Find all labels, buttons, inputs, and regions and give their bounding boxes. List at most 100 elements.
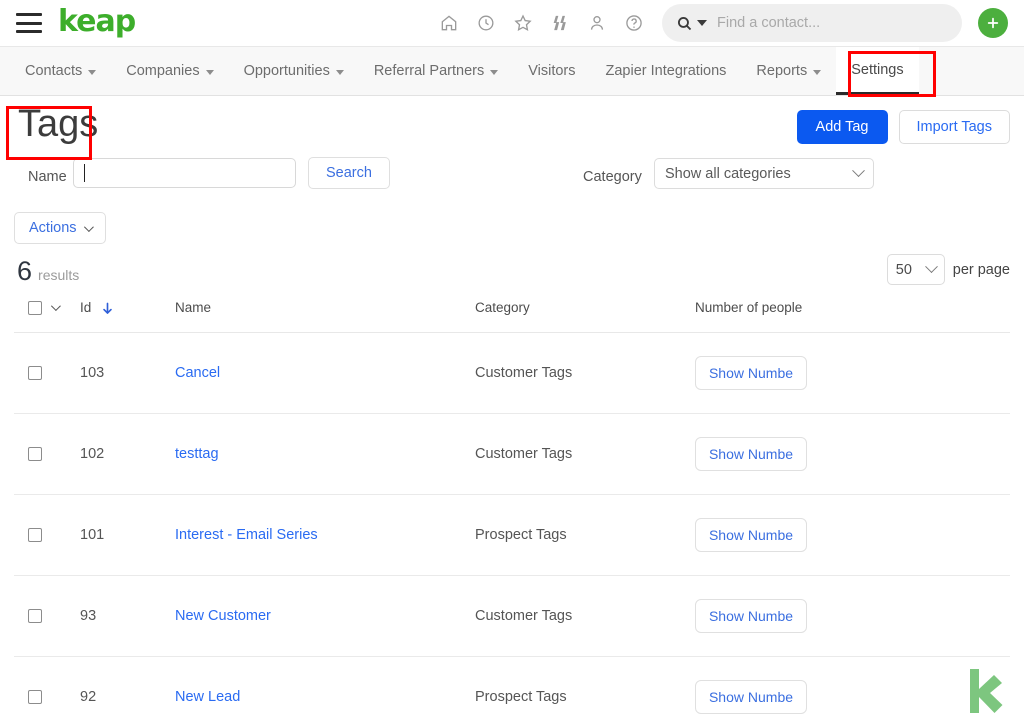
name-search-input[interactable] xyxy=(73,158,296,188)
nav-item-contacts[interactable]: Contacts xyxy=(10,47,111,95)
home-icon[interactable] xyxy=(439,13,459,33)
global-search-box[interactable]: Find a contact... xyxy=(662,4,962,42)
help-icon[interactable] xyxy=(624,13,644,33)
nav-label: Settings xyxy=(851,61,904,78)
nav-item-settings[interactable]: Settings xyxy=(836,47,919,95)
star-icon[interactable] xyxy=(513,13,533,33)
row-number-cell: Show Numbe xyxy=(695,413,1010,495)
add-tag-button[interactable]: Add Tag xyxy=(796,110,888,144)
top-icon-group xyxy=(439,13,644,33)
chevron-down-icon xyxy=(490,69,499,75)
table-row[interactable]: 92 New Lead Prospect Tags Show Numbe xyxy=(14,656,1010,719)
row-checkbox-cell xyxy=(14,575,80,657)
table-row[interactable]: 101 Interest - Email Series Prospect Tag… xyxy=(14,494,1010,576)
tag-name-link[interactable]: New Customer xyxy=(175,608,271,624)
header-id[interactable]: Id xyxy=(80,300,175,333)
nav-item-visitors[interactable]: Visitors xyxy=(513,47,590,95)
row-checkbox[interactable] xyxy=(28,366,42,381)
arrow-down-icon xyxy=(103,302,112,314)
nav-label: Opportunities xyxy=(243,63,330,79)
table-row[interactable]: 103 Cancel Customer Tags Show Numbe xyxy=(14,332,1010,414)
nav-item-companies[interactable]: Companies xyxy=(111,47,228,95)
tag-name-link[interactable]: Cancel xyxy=(175,365,220,381)
row-number-cell: Show Numbe xyxy=(695,656,1010,719)
per-page-value: 50 xyxy=(895,261,912,278)
row-name-cell: testtag xyxy=(175,413,475,495)
table-row[interactable]: 93 New Customer Customer Tags Show Numbe xyxy=(14,575,1010,657)
header-number-label: Number of people xyxy=(695,300,803,315)
table-row[interactable]: 102 testtag Customer Tags Show Numbe xyxy=(14,413,1010,495)
show-number-button[interactable]: Show Numbe xyxy=(695,356,807,390)
category-select[interactable]: Show all categories xyxy=(654,158,874,189)
nav-label: Contacts xyxy=(25,63,83,79)
nav-item-zapier-integrations[interactable]: Zapier Integrations xyxy=(591,47,742,95)
tags-table-head: Id Name Category Number of people xyxy=(14,300,1010,333)
show-number-button[interactable]: Show Numbe xyxy=(695,518,807,552)
nav-item-opportunities[interactable]: Opportunities xyxy=(229,47,359,95)
page-content: Tags Add Tag Import Tags Name Search Cat… xyxy=(0,96,1024,719)
row-checkbox[interactable] xyxy=(28,690,42,705)
show-number-button[interactable]: Show Numbe xyxy=(695,680,807,714)
chevron-down-icon xyxy=(852,164,865,178)
nav-item-referral-partners[interactable]: Referral Partners xyxy=(359,47,513,95)
row-category: Prospect Tags xyxy=(475,656,695,719)
keap-logo[interactable]: keap xyxy=(58,7,136,37)
tag-name-link[interactable]: testtag xyxy=(175,446,219,462)
top-bar: keap Find a contact... xyxy=(0,0,1024,46)
actions-dropdown-button[interactable]: Actions xyxy=(14,212,106,244)
nav-label: Referral Partners xyxy=(373,63,485,79)
main-navigation: Contacts Companies Opportunities Referra… xyxy=(0,46,1024,96)
row-checkbox-cell xyxy=(14,413,80,495)
nav-item-reports[interactable]: Reports xyxy=(741,47,836,95)
page-header-row: Tags Add Tag Import Tags xyxy=(14,96,1010,158)
header-category-label: Category xyxy=(475,300,530,315)
row-number-cell: Show Numbe xyxy=(695,494,1010,576)
add-new-button[interactable] xyxy=(978,8,1008,38)
header-name[interactable]: Name xyxy=(175,300,475,333)
search-scope-caret-down-icon[interactable] xyxy=(697,20,707,26)
header-name-label: Name xyxy=(175,300,212,315)
chevron-down-icon xyxy=(83,221,94,232)
per-page-label: per page xyxy=(952,261,1010,278)
results-count: 6 results xyxy=(17,256,79,287)
row-checkbox[interactable] xyxy=(28,528,42,543)
lightning-icon[interactable] xyxy=(550,13,570,33)
header-category[interactable]: Category xyxy=(475,300,695,333)
name-filter-label: Name xyxy=(28,169,67,185)
actions-label: Actions xyxy=(29,220,77,236)
row-checkbox[interactable] xyxy=(28,447,42,462)
row-id: 92 xyxy=(80,656,175,719)
header-number-of-people[interactable]: Number of people xyxy=(695,300,1010,333)
nav-label: Reports xyxy=(756,63,808,79)
person-icon[interactable] xyxy=(587,13,607,33)
actions-row: Actions xyxy=(14,204,1010,252)
tag-name-link[interactable]: Interest - Email Series xyxy=(175,527,318,543)
per-page-select[interactable]: 50 xyxy=(886,254,945,285)
row-id: 102 xyxy=(80,413,175,495)
row-id: 93 xyxy=(80,575,175,657)
search-icon xyxy=(677,16,692,30)
select-all-checkbox[interactable] xyxy=(28,300,42,315)
chevron-down-icon xyxy=(335,69,344,75)
category-filter-label: Category xyxy=(583,169,642,185)
search-button[interactable]: Search xyxy=(308,157,390,189)
hamburger-menu-icon[interactable] xyxy=(16,13,42,33)
page-title: Tags xyxy=(18,103,99,145)
table-header-row: Id Name Category Number of people xyxy=(14,300,1010,333)
filter-row: Name Search Category Show all categories xyxy=(14,157,1010,204)
row-name-cell: New Customer xyxy=(175,575,475,657)
row-checkbox-cell xyxy=(14,494,80,576)
global-search-placeholder: Find a contact... xyxy=(717,15,821,31)
show-number-button[interactable]: Show Numbe xyxy=(695,437,807,471)
tag-name-link[interactable]: New Lead xyxy=(175,689,240,705)
import-tags-button[interactable]: Import Tags xyxy=(898,110,1010,144)
clock-icon[interactable] xyxy=(476,13,496,33)
show-number-button[interactable]: Show Numbe xyxy=(695,599,807,633)
row-checkbox-cell xyxy=(14,656,80,719)
row-checkbox[interactable] xyxy=(28,609,42,624)
chevron-down-icon xyxy=(924,260,938,274)
results-number: 6 xyxy=(17,256,33,286)
chevron-down-icon[interactable] xyxy=(50,301,61,312)
page-action-buttons: Add Tag Import Tags xyxy=(796,110,1010,144)
row-category: Customer Tags xyxy=(475,332,695,414)
